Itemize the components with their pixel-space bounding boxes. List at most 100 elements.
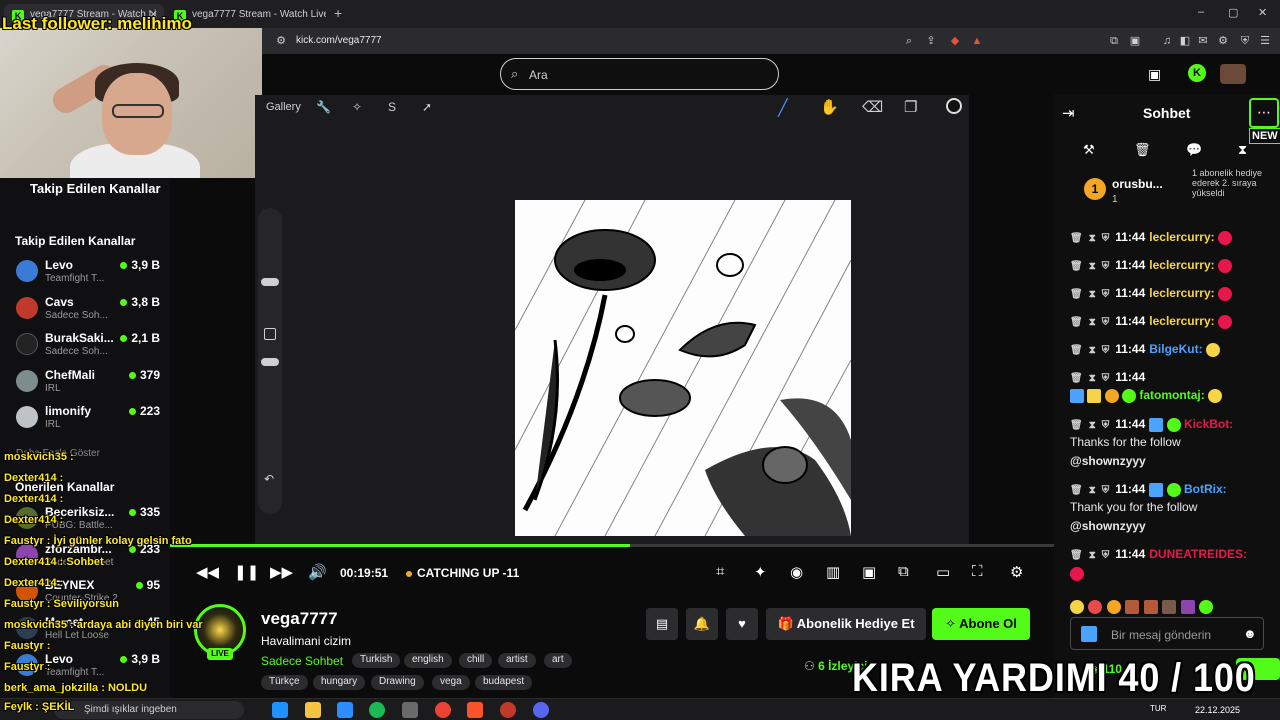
taskbar-search[interactable]: Şimdi ışıklar ingeben	[54, 701, 244, 719]
clip-icon[interactable]: ⌗	[716, 563, 724, 580]
maximize-button[interactable]: ▢	[1228, 6, 1238, 19]
hourglass-icon[interactable]: ⧗	[1089, 233, 1096, 244]
trash-icon[interactable]: 🗑	[1070, 317, 1083, 328]
taskbar-date[interactable]: 22.12.2025	[1195, 705, 1240, 715]
shield-icon[interactable]: ⛨	[1102, 345, 1110, 356]
emote-icon[interactable]	[1143, 599, 1158, 614]
followed-channel-item[interactable]: ChefMali IRL 379	[16, 368, 166, 402]
trash-icon[interactable]: 🗑	[1070, 420, 1083, 431]
wallet-icon[interactable]: ▣	[1128, 34, 1142, 48]
seek-back-icon[interactable]: ◀◀	[196, 563, 219, 581]
vpn-icon[interactable]: ⛨	[1238, 34, 1252, 48]
chat-mention[interactable]: @shownzyyy	[1070, 454, 1146, 468]
share-icon[interactable]: ⇪	[924, 34, 938, 48]
emote-icon[interactable]	[1070, 599, 1084, 614]
tag[interactable]: chill	[459, 653, 493, 668]
url-text[interactable]: kick.com/vega7777	[296, 35, 382, 46]
profile-avatar[interactable]	[1220, 64, 1246, 84]
tag[interactable]: Türkçe	[261, 675, 308, 690]
followed-channel-item[interactable]: BurakSaki... Sadece Soh... 2,1 B	[16, 331, 166, 365]
sidebar-icon[interactable]: ◧	[1178, 34, 1192, 48]
hourglass-icon[interactable]: ⧗	[1089, 485, 1096, 496]
trash-icon[interactable]: 🗑	[1070, 485, 1083, 496]
chat-mention[interactable]: @shownzyyy	[1070, 519, 1146, 533]
shield-icon[interactable]: ⛨	[1102, 373, 1110, 384]
shield-icon[interactable]: ⛨	[1102, 233, 1110, 244]
clip-button[interactable]: ▤	[646, 608, 678, 640]
hourglass-icon[interactable]: ⧗	[1089, 420, 1096, 431]
stream-category[interactable]: Sadece Sohbet	[261, 654, 343, 668]
emote-icon[interactable]	[1088, 599, 1103, 614]
brave-rewards-icon[interactable]: ▲	[970, 34, 984, 48]
emote-icon[interactable]	[1180, 599, 1195, 614]
streamer-name[interactable]: vega7777	[261, 609, 338, 629]
tag[interactable]: budapest	[475, 675, 533, 690]
search-input[interactable]: ⌕ Ara	[500, 58, 779, 90]
trash-icon[interactable]: 🗑	[1070, 261, 1083, 272]
bookmark-icon[interactable]: ✉	[1196, 34, 1210, 48]
hourglass-icon[interactable]: ⧗	[1089, 550, 1096, 561]
emote-icon[interactable]	[1199, 599, 1214, 614]
trash-icon[interactable]: 🗑	[1070, 373, 1083, 384]
chat-more-button[interactable]: ⋯	[1249, 98, 1279, 128]
notification-bell-icon[interactable]: 🔔	[686, 608, 718, 640]
trash-icon[interactable]: 🗑	[1070, 233, 1083, 244]
tag[interactable]: artist	[498, 653, 536, 668]
minimize-button[interactable]: –	[1198, 6, 1204, 18]
stats-icon[interactable]: ▥	[826, 563, 840, 581]
address-bar[interactable]: ⚙ kick.com/vega7777 ⌕ ⇪ ◆ ▲ ⧉ ▣ ♫ ◧ ✉ ⚙ …	[262, 28, 1280, 54]
tag[interactable]: hungary	[313, 675, 366, 690]
pause-icon[interactable]: ❚❚	[234, 563, 259, 581]
subscribe-button[interactable]: ✧ Abone Ol	[932, 608, 1030, 640]
hammer-icon[interactable]: ⚒	[1083, 142, 1095, 158]
language-indicator[interactable]: TUR	[1150, 704, 1166, 713]
calculator-icon[interactable]	[402, 702, 418, 718]
seek-forward-icon[interactable]: ▶▶	[270, 563, 293, 581]
zoom-icon[interactable]: ⌕	[902, 34, 916, 48]
gift-subscription-button[interactable]: 🎁 Abonelik Hediye Et	[766, 608, 926, 640]
hourglass-icon[interactable]: ⧗	[1238, 142, 1247, 158]
brave-shield-icon[interactable]: ◆	[948, 34, 962, 48]
chrome-icon[interactable]	[435, 702, 451, 718]
extensions-icon[interactable]: ⧉	[1107, 34, 1121, 48]
shield-icon[interactable]: ⛨	[1102, 289, 1110, 300]
shield-icon[interactable]: ⛨	[1102, 550, 1110, 561]
fullscreen-icon[interactable]: ⛶	[972, 563, 983, 580]
rewards-icon[interactable]: ▣	[1148, 66, 1161, 83]
emote-icon[interactable]	[1106, 599, 1121, 614]
emoji-picker-icon[interactable]: ☻	[1243, 626, 1257, 641]
new-tab-button[interactable]: +	[334, 5, 342, 21]
picture-in-picture-icon[interactable]: ▣	[862, 563, 876, 581]
brave-icon[interactable]	[467, 702, 483, 718]
settings-gear-icon[interactable]: ⚙	[1010, 563, 1023, 581]
obs-icon[interactable]	[500, 702, 516, 718]
kick-logo-icon[interactable]: K	[1188, 64, 1206, 82]
file-explorer-icon[interactable]	[305, 702, 321, 718]
site-settings-icon[interactable]: ⚙	[274, 34, 288, 48]
sparkle-icon[interactable]: ✦	[754, 563, 767, 581]
tag[interactable]: Drawing	[371, 675, 424, 690]
followed-channel-item[interactable]: Levo Teamfight T... 3,9 B	[16, 258, 166, 292]
trash-icon[interactable]: 🗑	[1070, 289, 1083, 300]
emote-icon[interactable]	[1162, 599, 1177, 614]
volume-icon[interactable]: 🔊	[308, 563, 327, 581]
store-icon[interactable]	[337, 702, 353, 718]
tag[interactable]: english	[404, 653, 452, 668]
shield-icon[interactable]: ⛨	[1102, 317, 1110, 328]
trash-icon[interactable]: 🗑	[1134, 142, 1151, 158]
spotify-icon[interactable]	[369, 702, 385, 718]
tag[interactable]: vega	[432, 675, 470, 690]
chat-bubble-icon[interactable]: 💬	[1186, 142, 1202, 158]
followed-channel-item[interactable]: Cavs Sadece Soh... 3,8 B	[16, 295, 166, 329]
shield-icon[interactable]: ⛨	[1102, 420, 1110, 431]
settings-icon[interactable]: ⚙	[1216, 34, 1230, 48]
trash-icon[interactable]: 🗑	[1070, 550, 1083, 561]
hourglass-icon[interactable]: ⧗	[1089, 261, 1096, 272]
emote-icon[interactable]	[1125, 599, 1140, 614]
collapse-chat-icon[interactable]: ⇥	[1062, 104, 1075, 122]
chat-message-input[interactable]: Bir mesaj gönderin ☻	[1070, 617, 1264, 650]
close-window-button[interactable]: ✕	[1258, 6, 1267, 19]
hourglass-icon[interactable]: ⧗	[1089, 373, 1096, 384]
edge-icon[interactable]	[272, 702, 288, 718]
tag[interactable]: Turkish	[352, 653, 401, 668]
